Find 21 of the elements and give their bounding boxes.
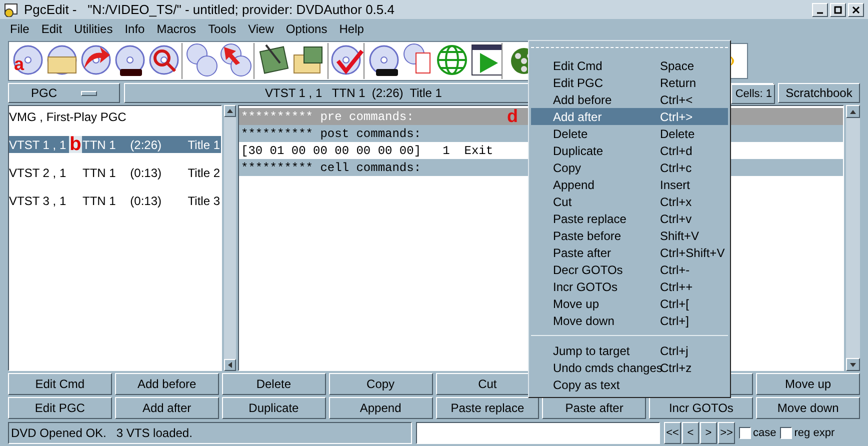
annotation-label: b	[68, 136, 82, 153]
pgc-list-cell-text: Title 1	[188, 136, 222, 154]
pgc-list-cell-text: VTST 3 , 1	[9, 192, 68, 210]
pgc-list-cell-text: TTN 1	[82, 192, 117, 210]
window-title: PgcEdit - "N:/VIDEO_TS/" - untitled; provider: DVDAuthor 0.5.4	[24, 0, 394, 19]
cells-count: Cells: 1	[731, 84, 775, 104]
checkbox-label: case	[753, 426, 776, 441]
status-message: DVD Opened OK. 3 VTS loaded.	[8, 422, 412, 444]
pgc-list-cell-text: (0:13)	[130, 192, 163, 210]
pgc-list-cell-text: (0:13)	[130, 164, 163, 182]
annotation-label: a	[14, 55, 24, 73]
pgc-list-cell-text: VMG , First-Play PGC	[9, 108, 126, 126]
pgc-list-cell-text: Title 2	[188, 164, 222, 182]
pgc-list-cell-text: VTST 2 , 1	[9, 164, 68, 182]
annotation-label: d	[507, 108, 518, 125]
pgc-list-cell-text: (2:26)	[130, 136, 163, 154]
pgc-list-cell-text: TTN 1	[82, 164, 117, 182]
pgc-list-cell-text: TTN 1	[82, 136, 117, 154]
pgc-list-cell-text: Title 3	[188, 192, 222, 210]
checkbox-label: reg expr	[794, 426, 835, 441]
pgc-list-cell-text: VTST 1 , 1	[9, 136, 68, 154]
